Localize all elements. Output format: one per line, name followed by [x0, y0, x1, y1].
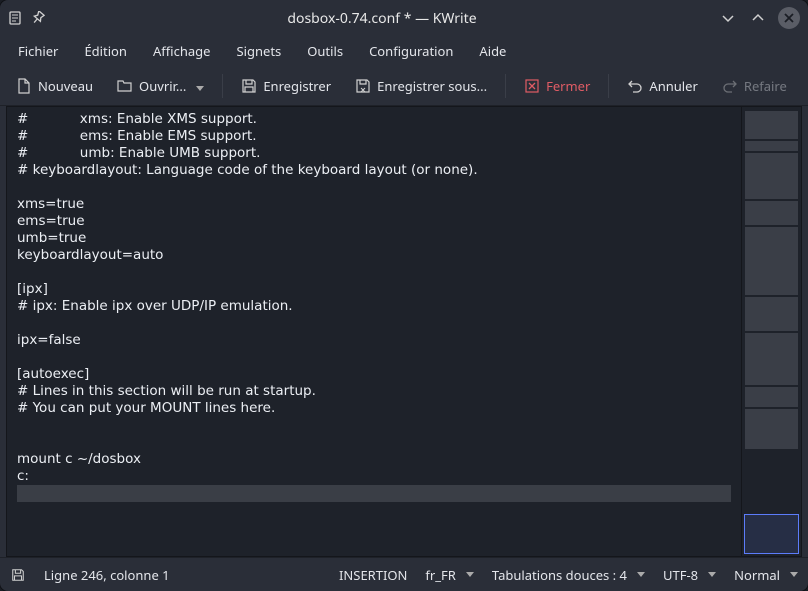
save-status-icon[interactable]: [10, 567, 26, 583]
cursor-line: [17, 485, 731, 502]
titlebar: dosbox-0.74.conf * — KWrite: [0, 0, 808, 36]
app-menu-icon[interactable]: [8, 10, 24, 26]
minimize-button[interactable]: [718, 8, 738, 28]
save-as-button[interactable]: Enregistrer sous...: [345, 71, 497, 101]
window-title: dosbox-0.74.conf * — KWrite: [54, 9, 710, 28]
toolbar: Nouveau Ouvrir... Enregistrer Enregistre…: [0, 66, 808, 106]
new-file-icon: [16, 78, 32, 94]
minimap[interactable]: [741, 107, 801, 556]
new-button[interactable]: Nouveau: [6, 71, 103, 101]
menu-view[interactable]: Affichage: [141, 38, 223, 64]
statusbar: Ligne 246, colonne 1 INSERTION fr_FR Tab…: [0, 557, 808, 591]
minimap-block: [745, 387, 798, 407]
save-as-button-label: Enregistrer sous...: [377, 77, 487, 95]
close-window-button[interactable]: [778, 7, 800, 29]
save-button[interactable]: Enregistrer: [231, 71, 341, 101]
save-as-icon: [355, 78, 371, 94]
undo-button[interactable]: Annuler: [617, 71, 707, 101]
undo-button-label: Annuler: [649, 77, 697, 95]
save-icon: [241, 78, 257, 94]
minimap-viewport[interactable]: [744, 514, 799, 554]
code-editor[interactable]: # xms: Enable XMS support. # ems: Enable…: [7, 107, 741, 556]
toolbar-separator: [222, 74, 223, 98]
open-folder-icon: [117, 78, 133, 94]
minimap-block: [745, 227, 798, 295]
editor-area: # xms: Enable XMS support. # ems: Enable…: [6, 106, 802, 557]
open-button[interactable]: Ouvrir...: [107, 71, 214, 101]
close-button-label: Fermer: [546, 77, 590, 95]
menu-bookmarks[interactable]: Signets: [224, 38, 293, 64]
code-content: # xms: Enable XMS support. # ems: Enable…: [17, 111, 478, 484]
undo-icon: [627, 78, 643, 94]
locale-selector[interactable]: fr_FR: [425, 566, 473, 584]
encoding-selector[interactable]: UTF-8: [663, 566, 716, 584]
menu-help[interactable]: Aide: [467, 38, 518, 64]
minimap-block: [745, 409, 798, 449]
redo-button: Refaire: [712, 71, 797, 101]
menu-settings[interactable]: Configuration: [357, 38, 465, 64]
redo-icon: [722, 78, 738, 94]
menu-edit[interactable]: Édition: [72, 38, 139, 64]
insert-mode[interactable]: INSERTION: [339, 566, 407, 584]
tabs-selector[interactable]: Tabulations douces : 4: [492, 566, 645, 584]
redo-button-label: Refaire: [744, 77, 787, 95]
minimap-block: [745, 333, 798, 385]
app-window: dosbox-0.74.conf * — KWrite Fichier Édit…: [0, 0, 808, 591]
toolbar-separator: [608, 74, 609, 98]
maximize-button[interactable]: [748, 8, 768, 28]
minimap-block: [745, 153, 798, 199]
save-button-label: Enregistrer: [263, 77, 331, 95]
open-button-label: Ouvrir...: [139, 77, 186, 95]
minimap-block: [745, 141, 798, 151]
menu-tools[interactable]: Outils: [295, 38, 355, 64]
minimap-block: [745, 201, 798, 225]
minimap-block: [745, 297, 798, 331]
highlight-selector[interactable]: Normal: [734, 566, 798, 584]
menubar: Fichier Édition Affichage Signets Outils…: [0, 36, 808, 66]
new-button-label: Nouveau: [38, 77, 93, 95]
menu-file[interactable]: Fichier: [6, 38, 70, 64]
close-document-button[interactable]: Fermer: [514, 71, 600, 101]
minimap-block: [745, 111, 798, 139]
toolbar-separator: [505, 74, 506, 98]
cursor-position[interactable]: Ligne 246, colonne 1: [44, 566, 170, 584]
chevron-down-icon: [192, 77, 204, 95]
close-icon: [524, 78, 540, 94]
pin-icon[interactable]: [30, 10, 46, 26]
